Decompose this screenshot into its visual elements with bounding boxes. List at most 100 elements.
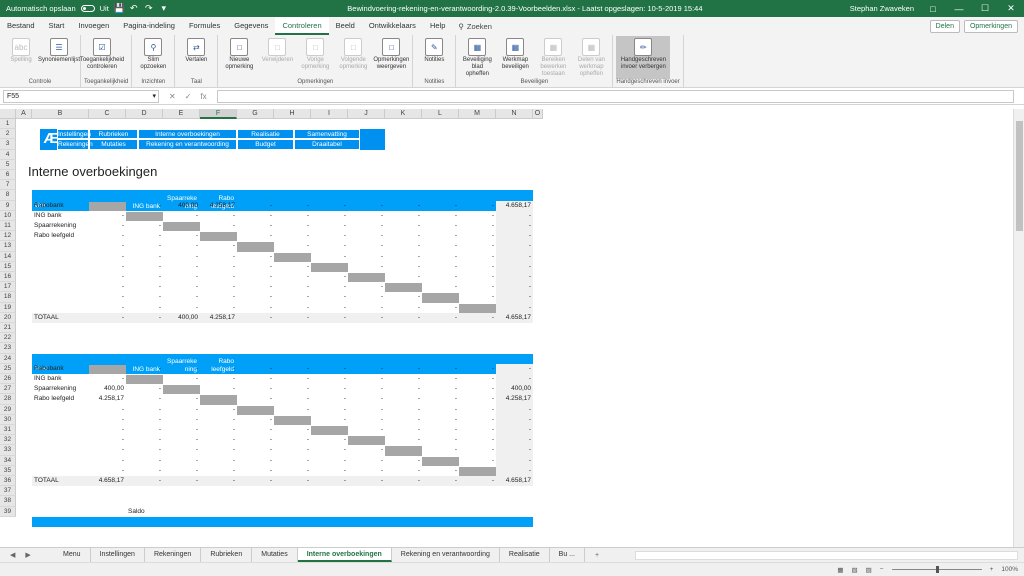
t1-cell[interactable]: - bbox=[163, 292, 200, 302]
column-header[interactable]: J bbox=[348, 109, 385, 119]
t1-cell[interactable]: - bbox=[348, 303, 385, 313]
sheet-tab-realisatie[interactable]: Realisatie bbox=[500, 548, 550, 562]
t1-cell[interactable]: - bbox=[237, 262, 274, 272]
t2-cell[interactable]: - bbox=[163, 405, 200, 415]
t1-cell[interactable]: - bbox=[385, 292, 422, 302]
t2-cell[interactable]: - bbox=[274, 425, 311, 435]
t1-cell[interactable]: - bbox=[385, 231, 422, 241]
t1-cell[interactable]: - bbox=[237, 201, 274, 211]
t1-cell[interactable]: - bbox=[126, 221, 163, 231]
t2-cell[interactable]: - bbox=[126, 415, 163, 425]
column-header[interactable]: B bbox=[32, 109, 89, 119]
nav-link-realisatie[interactable]: Realisatie bbox=[237, 129, 294, 140]
ribbon-button-6-3[interactable]: ▦ Delen van werkmap opheffen bbox=[573, 36, 609, 79]
ribbon-button-6-2[interactable]: ▦ Bereiken bewerken toestaan bbox=[535, 36, 571, 79]
t2-cell[interactable]: - bbox=[459, 384, 496, 394]
t2-cell[interactable]: - bbox=[311, 445, 348, 455]
t2-cell[interactable]: - bbox=[422, 415, 459, 425]
t2-row-label[interactable]: Rabobank bbox=[32, 364, 89, 374]
t2-cell[interactable]: - bbox=[348, 384, 385, 394]
t1-cell[interactable]: 4.258,17 bbox=[200, 201, 237, 211]
t2-cell[interactable]: - bbox=[348, 415, 385, 425]
row-header[interactable]: 9 bbox=[0, 200, 16, 211]
t1-row-label[interactable]: Rabobank bbox=[32, 201, 89, 211]
t2-cell[interactable]: - bbox=[274, 394, 311, 404]
t2-cell[interactable]: - bbox=[459, 374, 496, 384]
select-all-corner[interactable] bbox=[0, 109, 16, 119]
t1-cell[interactable]: - bbox=[311, 303, 348, 313]
t2-cell[interactable]: - bbox=[385, 394, 422, 404]
t2-cell[interactable]: - bbox=[200, 466, 237, 476]
t2-cell[interactable]: - bbox=[459, 405, 496, 415]
t2-cell[interactable]: - bbox=[385, 466, 422, 476]
ribbon-button-6-1[interactable]: ▦ Werkmap beveiligen bbox=[497, 36, 533, 79]
column-header[interactable]: K bbox=[385, 109, 422, 119]
t2-cell[interactable]: - bbox=[89, 374, 126, 384]
enter-icon[interactable]: ✓ bbox=[185, 92, 192, 101]
t1-cell[interactable]: - bbox=[496, 292, 533, 303]
t1-cell[interactable]: - bbox=[348, 211, 385, 221]
t1-total-cell[interactable]: - bbox=[274, 312, 311, 323]
t2-cell[interactable]: - bbox=[237, 374, 274, 384]
t1-cell[interactable]: - bbox=[237, 282, 274, 292]
t1-cell[interactable]: - bbox=[348, 252, 385, 262]
t1-cell[interactable]: - bbox=[237, 231, 274, 241]
row-header[interactable]: 30 bbox=[0, 414, 16, 425]
t1-cell[interactable]: - bbox=[311, 221, 348, 231]
tab-start[interactable]: Start bbox=[42, 17, 72, 35]
add-sheet-button[interactable]: + bbox=[589, 550, 605, 561]
t2-cell[interactable]: - bbox=[126, 364, 163, 374]
tab-help[interactable]: Help bbox=[423, 17, 452, 35]
t2-total-cell[interactable]: - bbox=[163, 476, 200, 487]
zoom-slider[interactable] bbox=[891, 566, 982, 573]
t2-cell[interactable]: - bbox=[163, 425, 200, 435]
zoom-out-icon[interactable]: − bbox=[880, 566, 884, 573]
row-header[interactable]: 10 bbox=[0, 210, 16, 221]
ribbon-button-2-0[interactable]: ⚲ Slim opzoeken bbox=[135, 36, 171, 79]
t1-cell[interactable]: - bbox=[274, 241, 311, 251]
t1-cell[interactable]: - bbox=[89, 272, 126, 282]
t2-cell[interactable]: - bbox=[89, 425, 126, 435]
t2-cell[interactable]: - bbox=[200, 445, 237, 455]
t1-cell[interactable]: - bbox=[237, 292, 274, 302]
t2-cell[interactable]: - bbox=[348, 425, 385, 435]
column-header[interactable]: N bbox=[496, 109, 533, 119]
t1-cell[interactable]: - bbox=[89, 211, 126, 221]
t2-cell[interactable]: - bbox=[163, 374, 200, 384]
t1-cell[interactable]: - bbox=[496, 272, 533, 283]
t1-cell[interactable]: - bbox=[348, 262, 385, 272]
column-header[interactable]: F bbox=[200, 109, 237, 119]
worksheet-grid[interactable]: A B C D E F G H I J K L M N O 1 2 3 4 5 6 7 8 9 10 11 12 13 14 15 16 17… bbox=[0, 109, 1013, 547]
t1-cell[interactable]: - bbox=[274, 262, 311, 272]
t1-cell[interactable]: - bbox=[200, 241, 237, 251]
t2-cell[interactable]: - bbox=[459, 435, 496, 445]
t1-total-cell[interactable]: - bbox=[126, 312, 163, 323]
t1-cell[interactable]: - bbox=[237, 211, 274, 221]
nav-link-rubrieken[interactable]: Rubrieken bbox=[89, 129, 138, 140]
row-header[interactable]: 6 bbox=[0, 170, 16, 181]
sheet-tab-mutaties[interactable]: Mutaties bbox=[252, 548, 298, 562]
t2-cell[interactable]: - bbox=[200, 415, 237, 425]
t2-cell[interactable]: - bbox=[496, 414, 533, 425]
t1-cell[interactable]: - bbox=[126, 272, 163, 282]
t2-cell[interactable]: - bbox=[163, 435, 200, 445]
t1-cell[interactable]: - bbox=[496, 241, 533, 252]
nav-link-samenvatting[interactable]: Samenvatting bbox=[294, 129, 360, 140]
t1-cell[interactable]: - bbox=[459, 272, 496, 282]
t2-cell[interactable]: - bbox=[348, 394, 385, 404]
t2-cell[interactable]: - bbox=[200, 374, 237, 384]
column-header[interactable]: D bbox=[126, 109, 163, 119]
t1-total-cell[interactable]: 400,00 bbox=[163, 312, 200, 323]
normal-view-icon[interactable]: ▦ bbox=[837, 566, 843, 574]
t1-cell[interactable]: - bbox=[237, 272, 274, 282]
sheet-tab-menu[interactable]: Menu bbox=[54, 548, 91, 562]
t1-cell[interactable]: - bbox=[459, 252, 496, 262]
t2-cell[interactable]: - bbox=[237, 445, 274, 455]
t1-cell[interactable]: - bbox=[200, 272, 237, 282]
t2-cell[interactable]: - bbox=[422, 374, 459, 384]
t2-cell[interactable]: - bbox=[200, 435, 237, 445]
t1-cell[interactable]: - bbox=[422, 241, 459, 251]
t2-cell[interactable]: - bbox=[89, 445, 126, 455]
t1-cell[interactable]: - bbox=[163, 211, 200, 221]
t2-cell[interactable]: - bbox=[422, 394, 459, 404]
